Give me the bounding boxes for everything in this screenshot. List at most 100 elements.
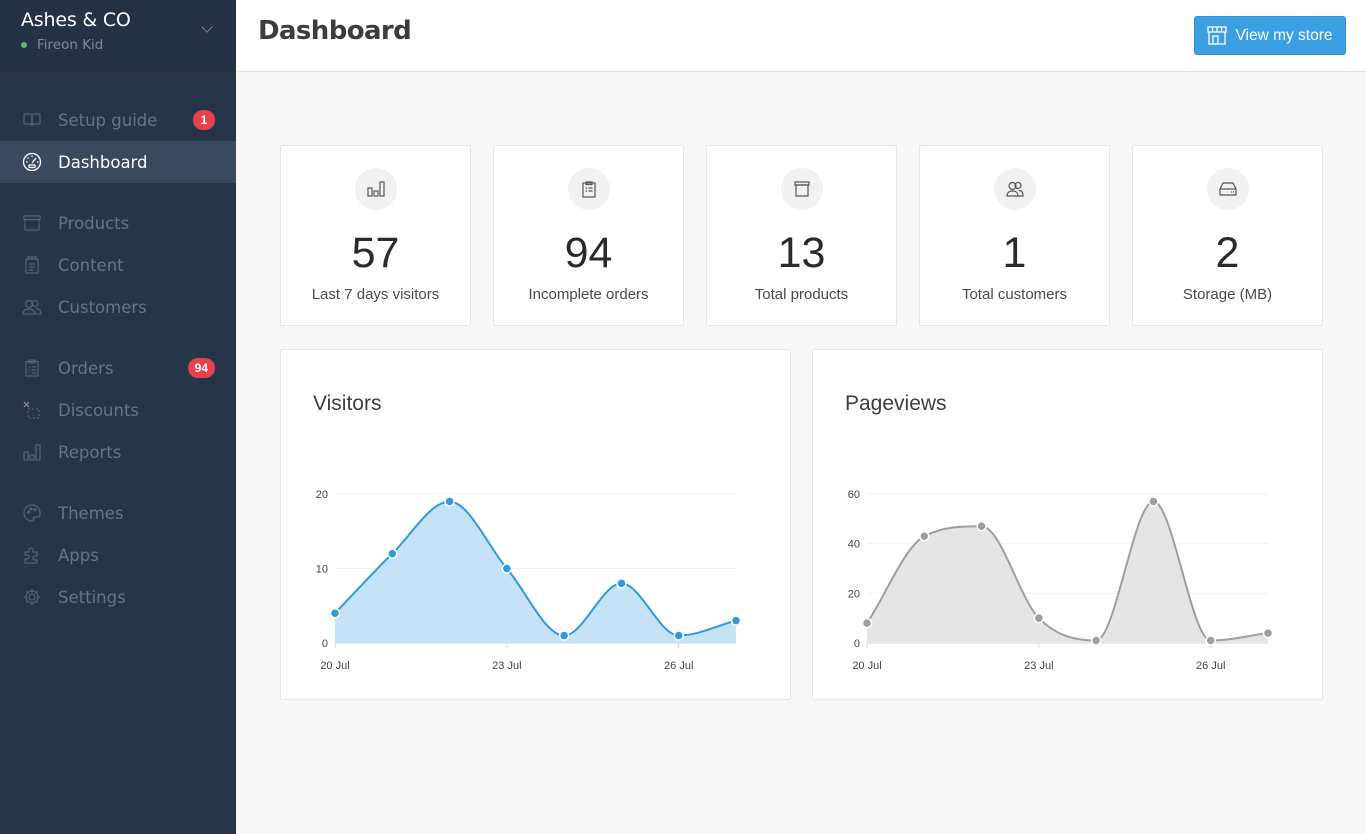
online-status-dot (21, 42, 27, 48)
users-icon (22, 297, 42, 317)
users-icon (993, 168, 1036, 210)
series-area (335, 501, 736, 643)
top-bar: Dashboard View my store (236, 0, 1366, 72)
stats-row: 57 Last 7 days visitors 94 Incomplete or… (280, 145, 1323, 326)
sidebar-item-setup-guide[interactable]: Setup guide 1 (0, 99, 236, 141)
data-point (1148, 496, 1159, 507)
y-tick-label: 0 (854, 638, 860, 650)
pageviews-chart-card: Pageviews 0 20 40 60 20 Jul 23 Jul 26 Jul (812, 349, 1323, 700)
visitors-chart: 0 10 20 20 Jul 23 Jul 26 Jul (316, 489, 742, 672)
sidebar-item-apps[interactable]: Apps (0, 534, 236, 576)
sidebar-item-label: Dashboard (58, 152, 148, 172)
y-tick-label: 20 (848, 588, 860, 600)
setup-guide-badge: 1 (193, 110, 215, 130)
data-point (1090, 635, 1102, 646)
sidebar-item-label: Themes (58, 503, 124, 523)
data-point (919, 530, 930, 542)
box-icon (22, 213, 42, 233)
data-point (616, 578, 627, 589)
sidebar-item-label: Orders (58, 358, 114, 378)
data-point (673, 630, 684, 641)
stat-label: Total customers (961, 286, 1068, 303)
data-point (1205, 635, 1216, 646)
sidebar-item-discounts[interactable]: Discounts (0, 389, 236, 431)
stat-value: 2 (1215, 229, 1240, 277)
stat-label: Incomplete orders (528, 286, 649, 303)
box-icon (780, 168, 823, 210)
bar-chart-icon (354, 168, 397, 210)
document-icon (22, 255, 42, 275)
sidebar-item-themes[interactable]: Themes (0, 492, 236, 534)
series-area (867, 501, 1268, 643)
y-tick-label: 40 (848, 539, 860, 551)
sidebar-item-label: Content (58, 255, 124, 275)
sidebar-item-label: Settings (58, 587, 126, 607)
view-my-store-label: View my store (1235, 26, 1333, 44)
speedometer-icon (22, 152, 42, 172)
sidebar-item-label: Reports (58, 442, 122, 462)
sidebar-item-label: Customers (58, 297, 147, 317)
stat-label: Total products (754, 286, 849, 303)
stat-label: Storage (MB) (1182, 286, 1273, 303)
x-tick-label: 26 Jul (664, 660, 693, 672)
stat-value: 13 (777, 229, 826, 277)
data-point (558, 630, 570, 641)
clipboard-icon (22, 358, 42, 378)
data-point (861, 617, 873, 629)
data-point (387, 548, 398, 559)
discount-icon (22, 400, 42, 420)
data-point (976, 521, 987, 532)
sidebar-item-products[interactable]: Products (0, 202, 236, 244)
sidebar-item-customers[interactable]: Customers (0, 286, 236, 328)
user-status: Fireon Kid (21, 37, 215, 53)
view-my-store-button[interactable]: View my store (1194, 16, 1346, 55)
pageviews-chart: 0 20 40 60 20 Jul 23 Jul 26 Jul (848, 489, 1274, 672)
x-tick-label: 26 Jul (1196, 660, 1225, 672)
y-tick-label: 60 (848, 489, 860, 501)
user-name: Fireon Kid (37, 37, 104, 53)
data-point (329, 607, 341, 619)
sidebar-item-label: Setup guide (58, 110, 158, 130)
storefront-icon (1207, 26, 1228, 45)
stat-card-incomplete-orders[interactable]: 94 Incomplete orders (493, 145, 684, 326)
data-point (501, 563, 513, 574)
sidebar-item-dashboard[interactable]: Dashboard (0, 141, 236, 183)
orders-badge: 94 (187, 358, 215, 378)
bar-chart-icon (22, 442, 42, 462)
sidebar-item-label: Products (58, 213, 130, 233)
y-tick-label: 10 (316, 564, 328, 576)
sidebar: Ashes & CO Fireon Kid Setup guide 1 Dash… (0, 0, 236, 834)
data-point (1262, 627, 1274, 639)
stat-value: 1 (1002, 229, 1027, 277)
charts-row: Visitors 0 10 20 20 Jul 23 Jul 26 Jul Pagevie… (280, 349, 1323, 700)
y-tick-label: 20 (316, 489, 328, 501)
y-tick-label: 0 (322, 638, 328, 650)
sidebar-item-settings[interactable]: Settings (0, 576, 236, 618)
x-tick-label: 23 Jul (492, 660, 521, 672)
stat-card-storage[interactable]: 2 Storage (MB) (1132, 145, 1323, 326)
hard-drive-icon (1206, 168, 1249, 210)
page-title: Dashboard (258, 16, 412, 46)
sidebar-item-label: Discounts (58, 400, 140, 420)
data-point (1033, 612, 1045, 624)
x-tick-label: 23 Jul (1024, 660, 1053, 672)
sidebar-item-orders[interactable]: Orders 94 (0, 347, 236, 389)
stat-card-visitors[interactable]: 57 Last 7 days visitors (280, 145, 471, 326)
book-icon (22, 110, 42, 130)
gear-icon (22, 587, 42, 607)
puzzle-icon (22, 545, 42, 565)
clipboard-icon (567, 168, 610, 210)
stat-label: Last 7 days visitors (311, 286, 440, 303)
stat-value: 57 (351, 229, 400, 277)
palette-icon (22, 503, 42, 523)
visitors-chart-card: Visitors 0 10 20 20 Jul 23 Jul 26 Jul (280, 349, 791, 700)
store-name: Ashes & CO (21, 9, 131, 31)
store-switcher[interactable]: Ashes & CO Fireon Kid (0, 0, 236, 70)
sidebar-item-reports[interactable]: Reports (0, 431, 236, 473)
stat-value: 94 (564, 229, 613, 277)
data-point (444, 496, 455, 507)
x-tick-label: 20 Jul (852, 660, 881, 672)
stat-card-customers[interactable]: 1 Total customers (919, 145, 1110, 326)
stat-card-products[interactable]: 13 Total products (706, 145, 897, 326)
sidebar-item-content[interactable]: Content (0, 244, 236, 286)
